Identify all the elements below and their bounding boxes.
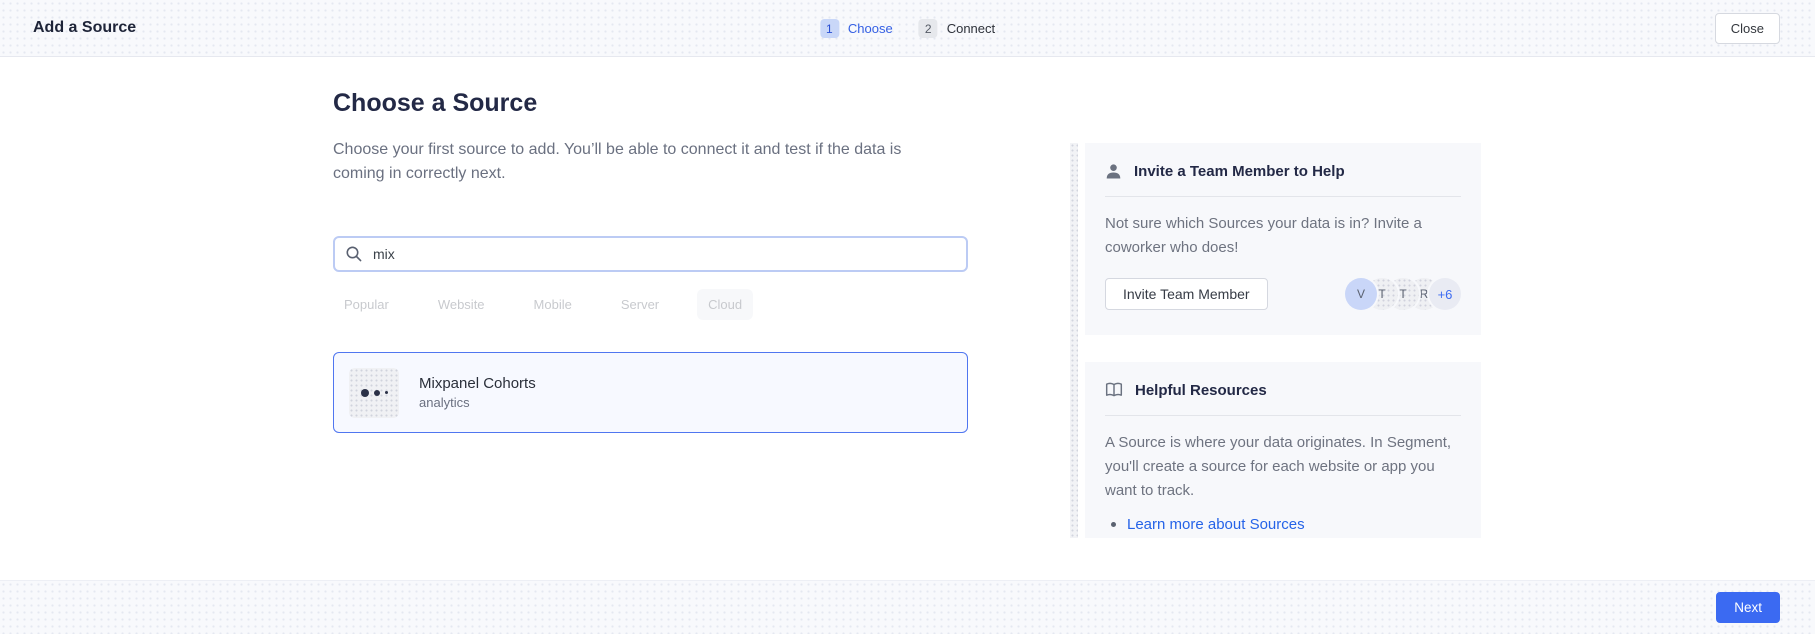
invite-body-line-2: coworker who does! (1105, 236, 1461, 260)
page-description-line-1: Choose your first source to add. You’ll … (333, 138, 968, 162)
learn-more-sources-link[interactable]: Learn more about Sources (1127, 516, 1305, 533)
next-button[interactable]: Next (1716, 592, 1780, 623)
resources-body-line-3: want to track. (1105, 479, 1461, 503)
step-choose[interactable]: 1 Choose (820, 19, 893, 38)
source-name: Mixpanel Cohorts (419, 375, 536, 392)
resources-body-line-1: A Source is where your data originates. … (1105, 431, 1461, 455)
divider (1105, 196, 1461, 197)
footer-bar: Next (0, 580, 1815, 634)
tab-server[interactable]: Server (610, 289, 670, 320)
step-connect-number: 2 (919, 19, 938, 38)
invite-panel-header: Invite a Team Member to Help (1105, 159, 1461, 183)
mixpanel-logo-dot (374, 390, 380, 396)
invite-panel-title: Invite a Team Member to Help (1134, 163, 1345, 180)
step-connect-label: Connect (947, 21, 995, 36)
resources-panel: Helpful Resources A Source is where your… (1085, 362, 1481, 538)
tab-cloud[interactable]: Cloud (697, 289, 753, 320)
step-connect[interactable]: 2 Connect (919, 19, 995, 38)
tab-mobile[interactable]: Mobile (523, 289, 583, 320)
window-title: Add a Source (33, 19, 136, 37)
invite-panel-body: Not sure which Sources your data is in? … (1105, 212, 1461, 260)
step-indicator: 1 Choose 2 Connect (820, 0, 995, 57)
divider (1105, 415, 1461, 416)
resources-panel-header: Helpful Resources (1105, 378, 1461, 402)
step-choose-number: 1 (820, 19, 839, 38)
mixpanel-logo-dot (385, 391, 388, 394)
resources-panel-body: A Source is where your data originates. … (1105, 431, 1461, 503)
person-icon (1105, 163, 1122, 180)
source-card-mixpanel-cohorts[interactable]: Mixpanel Cohorts analytics (333, 352, 968, 433)
close-button[interactable]: Close (1715, 13, 1780, 44)
book-icon (1105, 381, 1123, 399)
category-tabs: Popular Website Mobile Server Cloud (333, 289, 968, 320)
search-input[interactable] (333, 236, 968, 272)
invite-panel: Invite a Team Member to Help Not sure wh… (1085, 143, 1481, 335)
avatar: V (1345, 278, 1377, 310)
main-content: Choose a Source Choose your first source… (333, 88, 968, 433)
source-card-text: Mixpanel Cohorts analytics (419, 375, 536, 410)
resources-panel-title: Helpful Resources (1135, 382, 1267, 399)
step-choose-label: Choose (848, 21, 893, 36)
page-title: Choose a Source (333, 88, 968, 118)
invite-body-line-1: Not sure which Sources your data is in? … (1105, 212, 1461, 236)
invite-team-member-button[interactable]: Invite Team Member (1105, 278, 1268, 310)
avatar-overflow-badge: +6 (1429, 278, 1461, 310)
mixpanel-logo-dot (361, 389, 369, 397)
resources-body-line-2: you'll create a source for each website … (1105, 455, 1461, 479)
page-description-line-2: coming in correctly next. (333, 162, 968, 186)
source-search (333, 236, 968, 272)
mixpanel-logo (349, 368, 399, 418)
invite-actions-row: Invite Team Member V T T R +6 (1105, 278, 1461, 310)
tab-website[interactable]: Website (427, 289, 496, 320)
tab-popular[interactable]: Popular (333, 289, 400, 320)
sidebar-divider-strip (1070, 143, 1078, 538)
top-bar: Add a Source 1 Choose 2 Connect Close (0, 0, 1815, 57)
team-avatars: V T T R +6 (1345, 278, 1461, 310)
page-description: Choose your first source to add. You’ll … (333, 138, 968, 186)
search-icon (345, 245, 363, 263)
bullet-point (1111, 522, 1116, 527)
resources-link-row: Learn more about Sources (1105, 516, 1461, 533)
source-category: analytics (419, 395, 536, 410)
